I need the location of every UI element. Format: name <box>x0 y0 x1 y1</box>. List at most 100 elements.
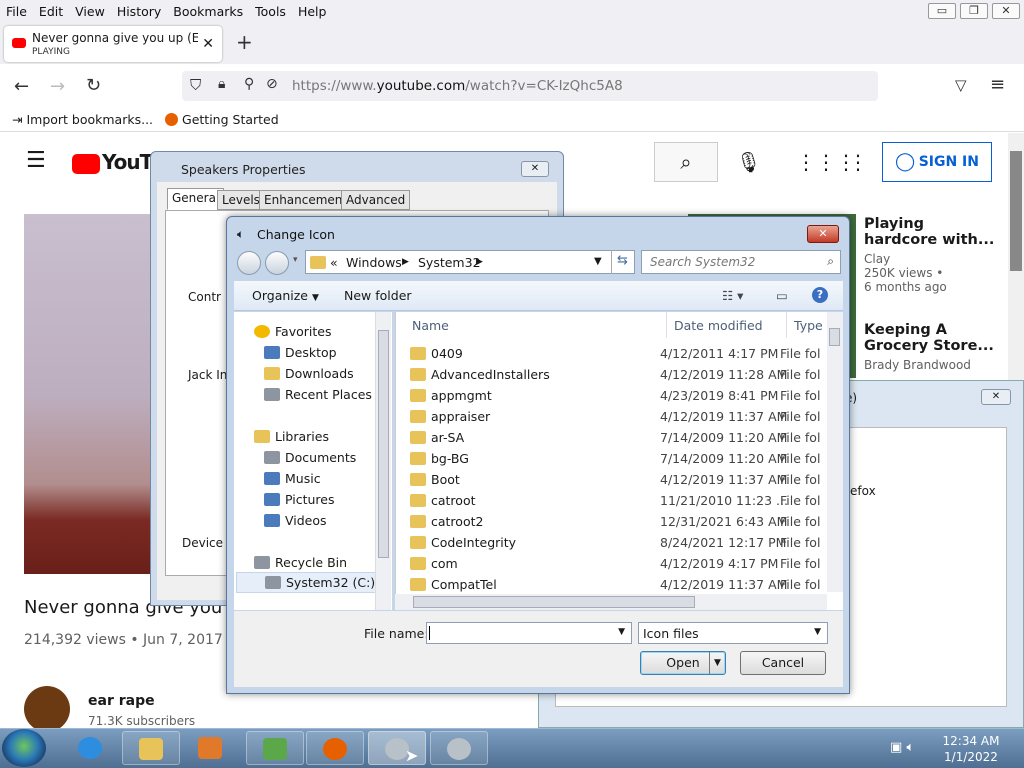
breadcrumb-system32[interactable]: System32 <box>418 255 481 270</box>
scrollbar-thumb[interactable] <box>829 328 840 346</box>
new-folder-button[interactable]: New folder <box>344 288 412 303</box>
column-type[interactable]: Type <box>794 318 823 333</box>
menu-help[interactable]: Help <box>292 4 333 19</box>
shield-icon[interactable]: ⛉ <box>190 76 201 94</box>
app-menu-icon[interactable]: ≡ <box>990 74 1005 95</box>
file-list-hscrollbar[interactable] <box>395 594 827 610</box>
scrollbar-thumb[interactable] <box>413 596 695 608</box>
table-row[interactable]: catroot 11/21/2010 11:23 ... File fol <box>410 490 830 511</box>
tab-advanced[interactable]: Advanced <box>341 190 411 210</box>
organize-button[interactable]: Organize ▼ <box>252 288 319 303</box>
breadcrumb-chevron-icon[interactable]: ▶ <box>476 257 483 267</box>
back-button[interactable] <box>237 251 261 275</box>
open-split-chevron-icon[interactable]: ▼ <box>709 652 725 674</box>
recommendation-item[interactable]: Keeping A Grocery Store... Brady Brandwo… <box>864 322 994 372</box>
refresh-button[interactable]: ⇆ <box>611 250 635 274</box>
youtube-search-button[interactable]: ⌕ <box>654 142 718 182</box>
sign-in-button[interactable]: ◯ SIGN IN <box>882 142 992 182</box>
microphone-icon[interactable]: 🎙︎ <box>736 150 761 174</box>
new-tab-button[interactable]: + <box>236 30 253 54</box>
network-icon[interactable]: ▣ <box>890 740 902 755</box>
table-row[interactable]: com 4/12/2019 4:17 PM File fol <box>410 553 830 574</box>
table-row[interactable]: ar-SA 7/14/2009 11:20 AM File fol <box>410 427 830 448</box>
table-row[interactable]: bg-BG 7/14/2009 11:20 AM File fol <box>410 448 830 469</box>
search-input[interactable]: Search System32 ⌕ <box>641 250 841 274</box>
recommendation-item[interactable]: Playing hardcore with... Clay 250K views… <box>864 216 994 294</box>
url-bar[interactable]: ⛉ 🔒︎ ⚲ ⊘ https://www.youtube.com/watch?v… <box>182 71 878 101</box>
video-player[interactable] <box>24 214 154 574</box>
taskbar-sound-2[interactable] <box>430 731 488 765</box>
pocket-icon[interactable]: ▽ <box>955 76 967 94</box>
table-row[interactable]: Boot 4/12/2019 11:37 AM File fol <box>410 469 830 490</box>
nav-pictures[interactable]: Pictures <box>264 492 335 507</box>
column-name[interactable]: Name <box>412 318 449 333</box>
nav-favorites[interactable]: Favorites <box>254 324 331 339</box>
chevron-down-icon[interactable]: ▼ <box>618 627 625 637</box>
more-options-icon[interactable]: ⋮ <box>848 150 868 174</box>
taskbar-ie[interactable] <box>62 731 120 765</box>
file-name-input[interactable]: ▼ <box>426 622 632 644</box>
bg-dialog-close-button[interactable]: ✕ <box>981 389 1011 405</box>
reload-icon[interactable]: ↻ <box>86 75 101 96</box>
close-button[interactable]: ✕ <box>521 161 549 177</box>
breadcrumb-overflow[interactable]: « <box>330 255 338 270</box>
hamburger-menu-icon[interactable]: ☰ <box>26 148 46 173</box>
taskbar-firefox[interactable] <box>306 731 364 765</box>
help-icon[interactable]: ? <box>812 287 828 303</box>
breadcrumb-windows[interactable]: Windows <box>346 255 402 270</box>
menu-history[interactable]: History <box>111 4 167 19</box>
open-button[interactable]: Open ▼ <box>640 651 726 675</box>
table-row[interactable]: CompatTel 4/12/2019 11:37 AM File fol <box>410 574 830 595</box>
url-text[interactable]: https://www.youtube.com/watch?v=CK-IzQhc… <box>292 78 623 94</box>
preview-pane-icon[interactable]: ▭ <box>776 288 788 303</box>
address-bar[interactable]: « Windows ▶ System32 ▶ ▼ <box>305 250 635 274</box>
table-row[interactable]: 0409 4/12/2011 4:17 PM File fol <box>410 343 830 364</box>
menu-file[interactable]: File <box>0 4 33 19</box>
close-button[interactable]: ✕ <box>807 225 839 243</box>
back-arrow-icon[interactable]: ← <box>14 76 29 97</box>
minimize-button[interactable]: ▭ <box>928 3 956 19</box>
forward-button[interactable] <box>265 251 289 275</box>
nav-downloads[interactable]: Downloads <box>264 366 354 381</box>
navpane-scrollbar[interactable] <box>375 312 391 610</box>
nav-recent-places[interactable]: Recent Places <box>264 387 372 402</box>
nav-system32-drive[interactable]: System32 (C:) <box>236 572 378 593</box>
menu-tools[interactable]: Tools <box>249 4 292 19</box>
cancel-button[interactable]: Cancel <box>740 651 826 675</box>
lock-icon[interactable]: 🔒︎ <box>218 76 225 92</box>
nav-libraries[interactable]: Libraries <box>254 429 329 444</box>
table-row[interactable]: catroot2 12/31/2021 6:43 AM File fol <box>410 511 830 532</box>
system-tray[interactable]: ▣ 🔈︎ <box>890 740 914 755</box>
table-row[interactable]: appraiser 4/12/2019 11:37 AM File fol <box>410 406 830 427</box>
column-separator[interactable] <box>666 312 667 338</box>
tab-levels[interactable]: Levels <box>217 190 265 210</box>
menu-bookmarks[interactable]: Bookmarks <box>167 4 249 19</box>
taskbar-clock[interactable]: 12:34 AM 1/1/2022 <box>936 733 1006 765</box>
start-button[interactable] <box>2 729 46 767</box>
close-window-button[interactable]: ✕ <box>992 3 1020 19</box>
file-type-select[interactable]: Icon files ▼ <box>638 622 828 644</box>
apps-grid-icon[interactable]: ⋮⋮⋮ <box>796 150 856 174</box>
recent-locations-chevron-icon[interactable]: ▾ <box>293 255 298 265</box>
nav-videos[interactable]: Videos <box>264 513 327 528</box>
file-list-vscrollbar[interactable] <box>827 312 843 592</box>
bookmark-import[interactable]: ⇥ Import bookmarks... <box>12 112 153 127</box>
table-row[interactable]: appmgmt 4/23/2019 8:41 PM File fol <box>410 385 830 406</box>
autoplay-blocked-icon[interactable]: ⊘ <box>266 76 278 92</box>
menu-edit[interactable]: Edit <box>33 4 69 19</box>
channel-avatar[interactable] <box>24 686 70 732</box>
breadcrumb-chevron-icon[interactable]: ▶ <box>402 257 409 267</box>
nav-recycle-bin[interactable]: Recycle Bin <box>254 555 347 570</box>
bookmark-getting-started[interactable]: Getting Started <box>165 112 279 127</box>
scrollbar-thumb[interactable] <box>378 330 389 558</box>
volume-icon[interactable]: 🔈︎ <box>906 740 914 755</box>
tab-youtube[interactable]: Never gonna give you up (Earra PLAYING ✕ <box>4 26 222 62</box>
nav-music[interactable]: Music <box>264 471 321 486</box>
column-separator[interactable] <box>786 312 787 338</box>
taskbar-explorer[interactable] <box>122 731 180 765</box>
nav-desktop[interactable]: Desktop <box>264 345 337 360</box>
tab-general[interactable]: General <box>167 188 225 210</box>
taskbar-control-panel[interactable] <box>246 731 304 765</box>
close-tab-icon[interactable]: ✕ <box>202 36 214 52</box>
column-date-modified[interactable]: Date modified <box>674 318 763 333</box>
